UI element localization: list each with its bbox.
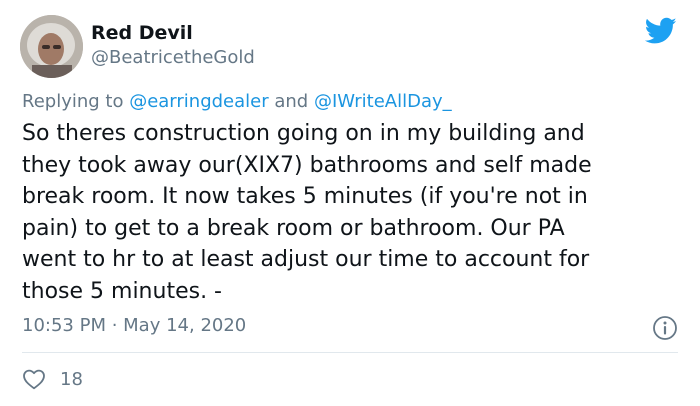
tweet-text-line: So theres construction going on in my bu…	[22, 121, 585, 146]
mention-earringdealer[interactable]: @earringdealer	[129, 91, 268, 112]
timestamp-separator: ·	[105, 315, 124, 336]
like-button[interactable]: 18	[22, 368, 83, 390]
divider	[22, 352, 678, 353]
info-icon[interactable]	[652, 315, 678, 345]
tweet-text-line: they took away our(XIX7) bathrooms and s…	[22, 152, 592, 178]
tweet-text-line: those 5 minutes. -	[22, 278, 222, 304]
tweet-text-line: break room. It now takes 5 minutes (if y…	[22, 184, 588, 210]
reply-prefix: Replying to	[22, 91, 130, 112]
reply-context: Replying to @earringdealer and @IWriteAl…	[22, 91, 452, 112]
author-display-name[interactable]: Red Devil	[91, 22, 193, 44]
tweet-time: 10:53 PM	[22, 315, 106, 336]
tweet-date: May 14, 2020	[123, 315, 247, 336]
tweet-timestamp[interactable]: 10:53 PM · May 14, 2020	[22, 315, 246, 336]
avatar[interactable]	[20, 15, 83, 78]
twitter-bird-icon[interactable]	[644, 17, 677, 49]
mention-iwritealldayy[interactable]: @IWriteAllDay_	[314, 91, 452, 112]
author-handle[interactable]: @BeatricetheGold	[91, 47, 255, 68]
tweet-text-line: went to hr to at least adjust our time t…	[22, 247, 590, 273]
tweet-text: So theres construction going on in my bu…	[22, 118, 687, 308]
like-count: 18	[60, 368, 83, 390]
heart-icon	[23, 369, 45, 390]
reply-joiner: and	[268, 91, 314, 112]
tweet-text-line: pain) to get to a break room or bathroom…	[22, 215, 565, 241]
